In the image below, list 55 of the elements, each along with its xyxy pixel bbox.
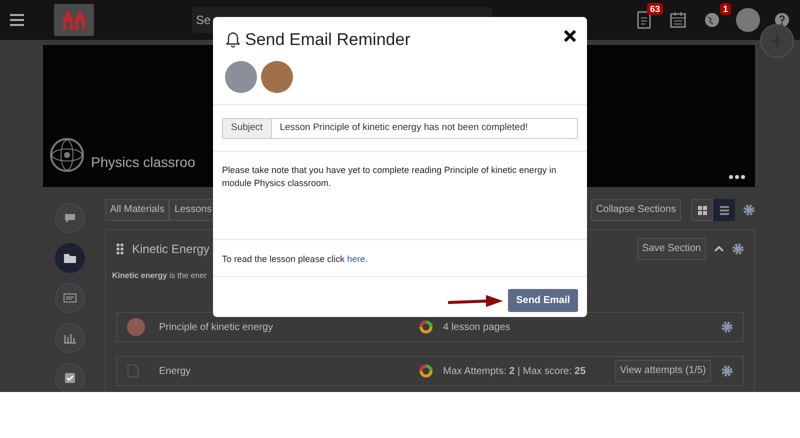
section-description: Kinetic energy is the ener [112,270,208,282]
message-text: Please take note that you have yet to complete reading Principle of kinetic energy in module Physics classroom. [222,164,558,190]
material-title: Energy [159,364,192,378]
lesson-link-text: To read the lesson please click here. [222,254,368,264]
calendar-icon[interactable] [669,11,687,29]
chat-icon [63,211,77,225]
lesson-thumbnail [127,318,145,336]
bell-icon [225,31,241,48]
bar-chart-icon [63,331,77,345]
card-icon [63,291,77,305]
menu-icon[interactable] [10,14,24,26]
user-avatar[interactable] [736,8,760,32]
sidebar-button[interactable] [55,243,85,273]
settings-icon[interactable] [721,365,733,377]
document-icon [127,364,139,378]
recipient-avatar [261,60,293,92]
add-button[interactable] [760,24,794,58]
caret-up-icon[interactable] [714,246,724,252]
progress-ring-icon [419,364,433,378]
settings-icon[interactable] [743,204,755,216]
document-icon[interactable] [635,11,653,29]
course-title: Physics classroo [91,153,196,172]
checkbox-icon [63,371,77,385]
send-email-button[interactable]: Send Email [508,289,578,312]
progress-ring-icon [419,320,433,334]
save-section-button[interactable]: Save Section [637,238,706,260]
collapse-sections-button[interactable]: Collapse Sections [590,199,681,221]
settings-icon[interactable] [721,321,733,333]
recipient-avatar [225,60,257,92]
more-icon[interactable] [729,175,745,179]
material-row[interactable]: Energy Max Attempts: 2 | Max score: 25 View attempts (1/5) [116,356,744,386]
atom-icon [49,137,85,173]
folder-icon [63,251,77,265]
grid-view-icon [698,206,706,214]
list-view-icon [720,206,728,214]
view-attempts-button[interactable]: View attempts (1/5) [615,360,711,382]
drag-handle-icon[interactable] [116,243,124,255]
close-button[interactable] [563,29,577,43]
here-link[interactable]: here [347,254,366,264]
view-toggle[interactable] [713,199,735,221]
notification-count: 63 [646,3,663,15]
view-toggle[interactable] [691,199,713,221]
settings-icon[interactable] [732,243,744,255]
pointer-arrow [448,294,504,308]
material-info: 4 lesson pages [443,320,510,334]
material-title: Principle of kinetic energy [159,320,274,334]
section-title: Kinetic Energy [132,241,210,258]
subject-field[interactable]: Subject Lesson Principle of kinetic energy has not been completed! [222,118,578,139]
material-info: Max Attempts: 2 | Max score: 25 [443,364,586,378]
notification-count: 1 [720,3,731,15]
modal-title: Send Email Reminder [245,29,410,51]
people-logo-icon [61,10,87,30]
close-icon [564,30,576,42]
filter-button[interactable]: All Materials [105,199,170,221]
subject-label: Subject [223,119,272,138]
